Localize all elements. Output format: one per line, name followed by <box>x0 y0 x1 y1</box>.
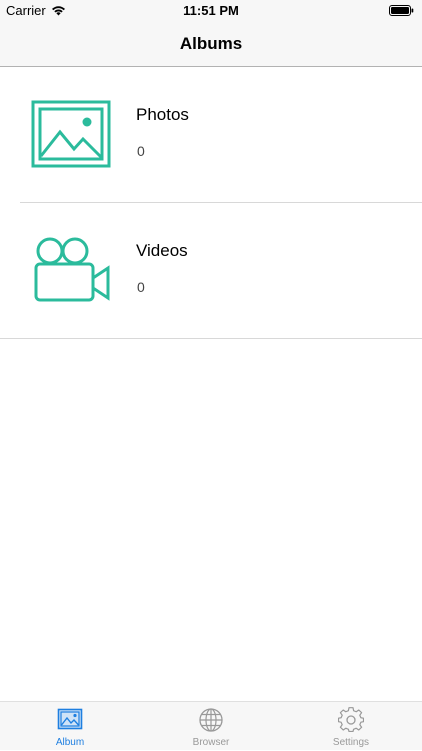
album-row-photos[interactable]: Photos 0 <box>0 67 422 203</box>
status-bar: Carrier 11:51 PM <box>0 0 422 22</box>
gear-icon <box>338 707 364 733</box>
album-title: Photos <box>136 105 189 124</box>
navigation-bar: Albums <box>0 22 422 67</box>
video-camera-icon <box>34 237 110 302</box>
globe-icon <box>199 708 223 732</box>
tab-album[interactable]: Album <box>0 702 140 751</box>
battery-icon <box>389 5 414 16</box>
tab-label: Settings <box>332 737 370 748</box>
photo-icon <box>31 100 111 168</box>
page-title: Albums <box>179 34 243 53</box>
tab-label: Album <box>55 737 85 748</box>
tab-settings[interactable]: Settings <box>281 702 421 751</box>
row-divider <box>0 338 422 339</box>
album-row-videos[interactable]: Videos 0 <box>0 203 422 339</box>
status-time: 11:51 PM <box>183 3 239 18</box>
tab-browser[interactable]: Browser <box>141 702 281 751</box>
tab-bar: Album Browser Settings <box>0 701 422 750</box>
album-title: Videos <box>136 241 188 260</box>
album-count: 0 <box>137 143 145 159</box>
album-list: Photos 0 Videos 0 <box>0 67 422 339</box>
tab-label: Browser <box>192 737 230 748</box>
album-count: 0 <box>137 279 145 295</box>
image-icon <box>57 708 83 730</box>
